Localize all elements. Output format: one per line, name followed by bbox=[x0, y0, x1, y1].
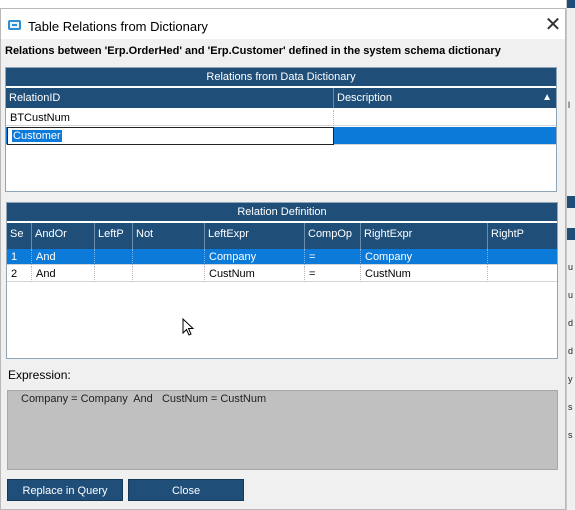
cell-description[interactable] bbox=[334, 110, 556, 126]
cell-relationid-text: Customer bbox=[12, 130, 62, 142]
sort-ascending-icon: ▲ bbox=[542, 92, 552, 103]
table-row[interactable]: BTCustNum bbox=[6, 110, 556, 126]
cell-not[interactable] bbox=[133, 249, 205, 265]
window-icon bbox=[8, 20, 21, 30]
column-header-leftexpr[interactable]: LeftExpr bbox=[205, 223, 305, 249]
column-header-description-label: Description bbox=[337, 92, 393, 104]
title-bar: Table Relations from Dictionary ✕ bbox=[1, 9, 565, 39]
grid-caption: Relations from Data Dictionary bbox=[6, 68, 556, 86]
column-header-description[interactable]: Description ▲ bbox=[334, 88, 556, 108]
column-header-not[interactable]: Not bbox=[133, 223, 205, 249]
grid-caption: Relation Definition bbox=[7, 203, 557, 221]
expression-label: Expression: bbox=[8, 368, 71, 382]
cell-leftexpr[interactable]: CustNum bbox=[205, 266, 305, 282]
cell-andor[interactable]: And bbox=[32, 249, 95, 265]
cell-leftexpr[interactable]: Company bbox=[205, 249, 305, 265]
column-header-rightp[interactable]: RightP bbox=[488, 223, 557, 249]
cell-rightexpr[interactable]: Company bbox=[361, 249, 488, 265]
cell-compop[interactable]: = bbox=[305, 266, 361, 282]
expression-box: Company = Company And CustNum = CustNum bbox=[7, 390, 558, 470]
dialog-title: Table Relations from Dictionary bbox=[28, 19, 208, 34]
cell-leftp[interactable] bbox=[95, 249, 133, 265]
cell-seq[interactable]: 1 bbox=[7, 249, 32, 265]
column-header-compop[interactable]: CompOp bbox=[305, 223, 361, 249]
close-button[interactable]: Close bbox=[128, 479, 244, 501]
relation-definition-grid: Relation Definition Se AndOr LeftP Not L… bbox=[6, 202, 558, 359]
cell-seq[interactable]: 2 bbox=[7, 266, 32, 282]
table-row-selected[interactable]: Customer bbox=[6, 127, 556, 145]
column-header-seq[interactable]: Se bbox=[7, 223, 32, 249]
cell-compop[interactable]: = bbox=[305, 249, 361, 265]
table-row-selected[interactable]: 1 And Company = Company bbox=[7, 249, 557, 265]
expression-text: Company = Company And CustNum = CustNum bbox=[21, 393, 267, 405]
cell-rightexpr[interactable]: CustNum bbox=[361, 266, 488, 282]
cell-description[interactable] bbox=[334, 127, 556, 143]
cell-relationid-editing[interactable]: Customer bbox=[7, 127, 334, 145]
cell-relationid[interactable]: BTCustNum bbox=[6, 110, 334, 126]
relations-dictionary-grid: Relations from Data Dictionary RelationI… bbox=[5, 67, 557, 192]
table-relations-dialog: Table Relations from Dictionary ✕ Relati… bbox=[0, 8, 566, 510]
cell-not[interactable] bbox=[133, 266, 205, 282]
background-app-edge: l u u d d y s s bbox=[566, 0, 575, 510]
column-header-relationid[interactable]: RelationID bbox=[6, 88, 334, 108]
cell-rightp[interactable] bbox=[488, 266, 557, 282]
close-icon[interactable]: ✕ bbox=[541, 14, 565, 38]
mouse-cursor-icon bbox=[182, 318, 195, 336]
column-header-leftp[interactable]: LeftP bbox=[95, 223, 133, 249]
grid-header-row: Se AndOr LeftP Not LeftExpr CompOp Right… bbox=[7, 223, 557, 249]
table-row[interactable]: 2 And CustNum = CustNum bbox=[7, 266, 557, 282]
column-header-rightexpr[interactable]: RightExpr bbox=[361, 223, 488, 249]
grid-header-row: RelationID Description ▲ bbox=[6, 88, 556, 108]
cell-andor[interactable]: And bbox=[32, 266, 95, 282]
cell-leftp[interactable] bbox=[95, 266, 133, 282]
dialog-subheader: Relations between 'Erp.OrderHed' and 'Er… bbox=[5, 45, 501, 57]
replace-in-query-button[interactable]: Replace in Query bbox=[7, 479, 123, 501]
column-header-andor[interactable]: AndOr bbox=[32, 223, 95, 249]
cell-rightp[interactable] bbox=[488, 249, 557, 265]
